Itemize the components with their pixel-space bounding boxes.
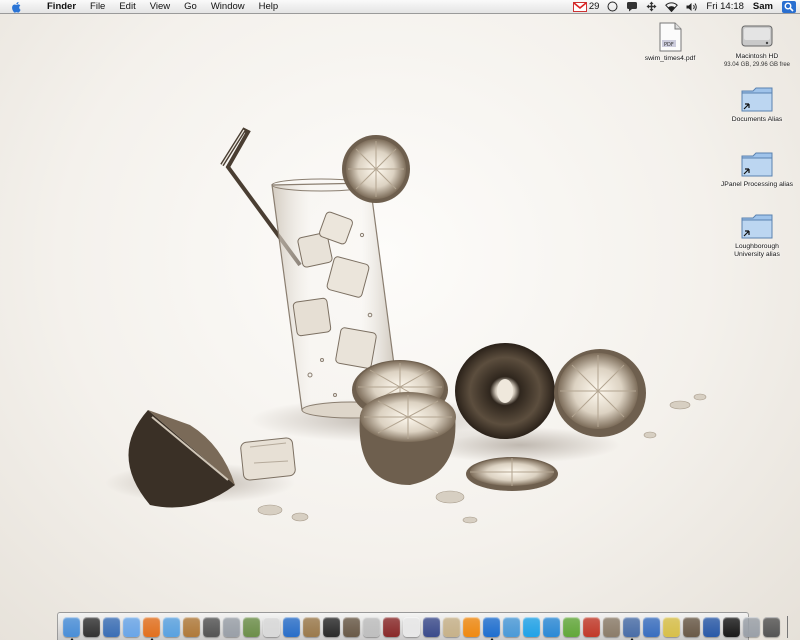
move-status[interactable] bbox=[642, 0, 661, 14]
menu-go[interactable]: Go bbox=[177, 0, 204, 14]
desktop-icon-label: Macintosh HD bbox=[735, 53, 779, 60]
dock-app-system-icon[interactable] bbox=[742, 616, 760, 637]
desktop-icon-label: Documents Alias bbox=[731, 116, 783, 123]
clock-status[interactable] bbox=[603, 0, 622, 14]
dock-app-pen-icon[interactable] bbox=[422, 616, 440, 637]
dock-app-itunes-icon[interactable] bbox=[162, 616, 180, 637]
desktop-icon-label: swim_times4.pdf bbox=[644, 55, 696, 62]
dock-app-textedit-icon[interactable] bbox=[402, 616, 420, 637]
dock-app-book-icon[interactable] bbox=[302, 616, 320, 637]
dock-app-ribbon-icon[interactable] bbox=[662, 616, 680, 637]
folder-alias-icon bbox=[741, 152, 773, 177]
dock bbox=[57, 612, 788, 640]
wifi-status[interactable] bbox=[661, 0, 682, 14]
spotlight-icon bbox=[782, 0, 796, 13]
dock-app-pencil-icon[interactable] bbox=[682, 616, 700, 637]
menu-file[interactable]: File bbox=[83, 0, 112, 14]
dock-app-calculator-icon[interactable] bbox=[362, 616, 380, 637]
lemon-slice-floor bbox=[466, 457, 558, 491]
dock-app-terminal-icon[interactable] bbox=[722, 616, 740, 637]
gmail-notifier[interactable]: 29 bbox=[569, 0, 604, 14]
menu-help[interactable]: Help bbox=[252, 0, 286, 14]
dock-app-skype-icon[interactable] bbox=[522, 616, 540, 637]
spotlight[interactable] bbox=[778, 0, 800, 14]
menu-view[interactable]: View bbox=[143, 0, 177, 14]
lemon-half-front bbox=[359, 392, 456, 485]
dock-app-swoosh-icon[interactable] bbox=[542, 616, 560, 637]
dock-app-tree-icon[interactable] bbox=[242, 616, 260, 637]
dock-app-photo-icon[interactable] bbox=[182, 616, 200, 637]
lemon-half-right bbox=[554, 349, 646, 437]
menu-app-finder[interactable]: Finder bbox=[40, 0, 83, 14]
menu-edit[interactable]: Edit bbox=[112, 0, 142, 14]
desktop-icon-jpanel-alias[interactable]: JPanel Processing alias bbox=[712, 150, 800, 189]
dock-app-puzzle-icon[interactable] bbox=[562, 616, 580, 637]
dock-app-quicktime-icon[interactable] bbox=[482, 616, 500, 640]
desktop-icon-loughborough-alias[interactable]: Loughborough University alias bbox=[712, 212, 800, 259]
dark-fruit-half bbox=[128, 410, 235, 508]
dock-app-network-icon[interactable] bbox=[282, 616, 300, 637]
move-arrows-icon bbox=[646, 1, 657, 12]
desktop-icon-documents-alias[interactable]: Documents Alias bbox=[712, 85, 800, 124]
dock-app-sherlock-icon[interactable] bbox=[342, 616, 360, 637]
dock-app-screens-icon[interactable] bbox=[622, 616, 640, 640]
dock-app-finder-icon[interactable] bbox=[62, 616, 80, 640]
dock-app-tools-icon[interactable] bbox=[602, 616, 620, 637]
gmail-unread-count: 29 bbox=[588, 1, 600, 12]
gmail-icon bbox=[572, 1, 587, 12]
dock-apps bbox=[61, 616, 781, 640]
desktop-wallpaper bbox=[105, 127, 707, 524]
folder-alias-icon bbox=[741, 214, 773, 239]
clock-status-icon bbox=[607, 1, 618, 12]
menu-bar: Finder File Edit View Go Window Help 29 bbox=[0, 0, 800, 14]
dock-app-vlc-icon[interactable] bbox=[462, 616, 480, 637]
dock-app-silhouette-icon[interactable] bbox=[322, 616, 340, 637]
chat-bubble-icon bbox=[627, 2, 638, 12]
dock-app-activity-icon[interactable] bbox=[642, 616, 660, 637]
desktop-icon-label: JPanel Processing alias bbox=[720, 181, 794, 188]
dock-app-dashboard-icon[interactable] bbox=[82, 616, 100, 637]
dock-app-ipod-icon[interactable] bbox=[262, 616, 280, 637]
chat-status[interactable] bbox=[622, 0, 642, 14]
desktop-icon-macintosh-hd[interactable]: Macintosh HD 93.04 GB, 29.96 GB free bbox=[712, 22, 800, 69]
wifi-icon bbox=[665, 1, 679, 12]
dock-app-firefox-icon[interactable] bbox=[142, 616, 160, 640]
menu-window[interactable]: Window bbox=[204, 0, 252, 14]
dock-separator bbox=[787, 615, 788, 638]
dock-app-compass-icon[interactable] bbox=[102, 616, 120, 637]
floor-ice-cube bbox=[240, 437, 296, 481]
dock-app-safari-icon[interactable] bbox=[122, 616, 140, 637]
lemon-slice-rim bbox=[342, 135, 410, 203]
dock-app-pdf-reader-icon[interactable] bbox=[582, 616, 600, 637]
dock-app-dictionary-icon[interactable] bbox=[382, 616, 400, 637]
dock-app-camera-icon[interactable] bbox=[762, 616, 780, 637]
folder-alias-icon bbox=[741, 87, 773, 112]
dock-app-globe-icon[interactable] bbox=[702, 616, 720, 637]
volume-status[interactable] bbox=[682, 0, 702, 14]
desktop-icon-label: Loughborough University alias bbox=[734, 243, 780, 258]
volume-icon bbox=[686, 2, 698, 11]
dock-app-script-icon[interactable] bbox=[442, 616, 460, 637]
kiwi-half bbox=[455, 343, 555, 439]
desktop-icon-pdf[interactable]: PDF swim_times4.pdf bbox=[625, 22, 715, 63]
apple-menu-icon[interactable] bbox=[10, 1, 24, 13]
menu-clock[interactable]: Fri 14:18 bbox=[702, 1, 748, 12]
desktop-icon-sublabel: 93.04 GB, 29.96 GB free bbox=[723, 62, 791, 68]
svg-text:PDF: PDF bbox=[664, 42, 674, 48]
dock-app-preview-icon[interactable] bbox=[222, 616, 240, 637]
dock-app-imovie-icon[interactable] bbox=[202, 616, 220, 637]
pdf-icon: PDF bbox=[659, 22, 682, 52]
fast-user-switch[interactable]: Sam bbox=[748, 1, 778, 12]
dock-app-chat-icon[interactable] bbox=[502, 616, 520, 637]
hard-drive-icon bbox=[741, 25, 773, 47]
